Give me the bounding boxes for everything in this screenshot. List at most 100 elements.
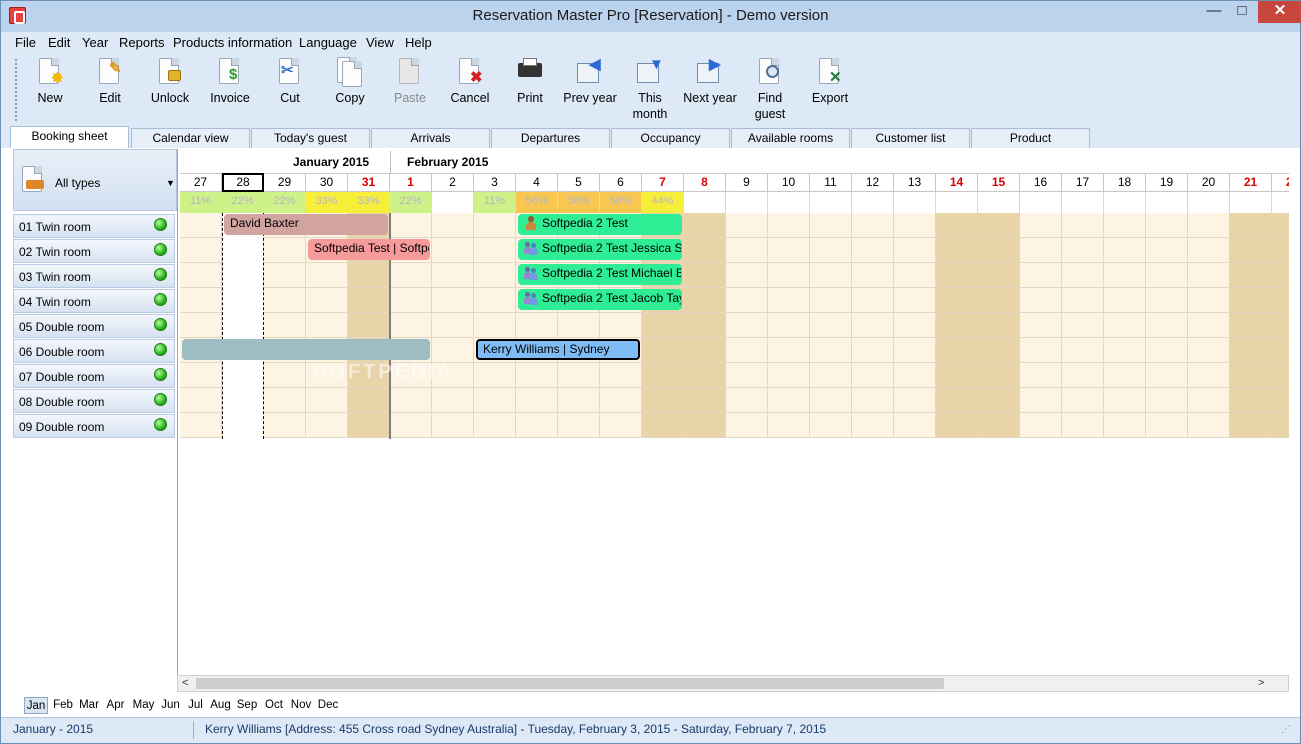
grid-cell[interactable] [600,388,642,413]
booking-bar[interactable]: Softpedia 2 Test [518,214,682,235]
grid-cell[interactable] [1146,338,1188,363]
month-tab-jun[interactable]: Jun [159,697,182,714]
grid-cell[interactable] [852,413,894,438]
grid-cell[interactable] [1188,213,1230,238]
day-header[interactable]: 1 [390,173,432,192]
grid-cell[interactable] [1230,313,1272,338]
grid-cell[interactable] [894,213,936,238]
grid-cell[interactable] [684,288,726,313]
grid-cell[interactable] [1146,413,1188,438]
grid-cell[interactable] [432,413,474,438]
room-row[interactable]: 07 Double room [13,364,175,388]
grid-cell[interactable] [978,263,1020,288]
grid-cell[interactable] [894,413,936,438]
grid-cell[interactable] [348,288,390,313]
month-tab-mar[interactable]: Mar [78,697,100,714]
grid-cell[interactable] [768,263,810,288]
grid-cell[interactable] [264,363,306,388]
grid-cell[interactable] [852,388,894,413]
grid-cell[interactable] [516,313,558,338]
grid-cell[interactable] [852,213,894,238]
grid-cell[interactable] [810,213,852,238]
grid-cell[interactable] [1020,313,1062,338]
grid-cell[interactable] [1104,238,1146,263]
menu-view[interactable]: View [366,35,394,50]
day-header[interactable]: 5 [558,173,600,192]
resize-grip-icon[interactable]: ⋰ [1281,724,1291,735]
grid-cell[interactable] [600,363,642,388]
grid-cell[interactable] [684,238,726,263]
grid-cell[interactable] [1020,263,1062,288]
cancel-button[interactable]: ✖ Cancel [441,57,499,106]
grid-cell[interactable] [1272,288,1289,313]
grid-cell[interactable] [768,288,810,313]
grid-cell[interactable] [516,388,558,413]
grid-cell[interactable] [684,363,726,388]
day-header[interactable]: 30 [306,173,348,192]
grid-cell[interactable] [1146,388,1188,413]
grid-cell[interactable] [768,313,810,338]
grid-cell[interactable] [936,288,978,313]
grid-cell[interactable] [894,388,936,413]
month-tab-oct[interactable]: Oct [262,697,286,714]
tab-todays-guest[interactable]: Today's guest [251,128,370,148]
grid-cell[interactable] [894,363,936,388]
day-header[interactable]: 21 [1230,173,1272,192]
menu-help[interactable]: Help [405,35,432,50]
grid-cell[interactable] [726,263,768,288]
day-header[interactable]: 2 [432,173,474,192]
scroll-right-icon[interactable]: > [1258,677,1264,689]
grid-cell[interactable] [768,238,810,263]
month-tab-feb[interactable]: Feb [51,697,75,714]
grid-cell[interactable] [684,213,726,238]
menu-edit[interactable]: Edit [48,35,70,50]
grid-cell[interactable] [432,388,474,413]
grid-cell[interactable] [1188,338,1230,363]
grid-cell[interactable] [348,413,390,438]
room-row[interactable]: 06 Double room [13,339,175,363]
grid-cell[interactable] [894,288,936,313]
grid-cell[interactable] [558,313,600,338]
grid-cell[interactable] [1104,413,1146,438]
day-header[interactable]: 9 [726,173,768,192]
room-row[interactable]: 03 Twin room [13,264,175,288]
grid-cell[interactable] [768,413,810,438]
grid-cell[interactable] [1230,413,1272,438]
copy-button[interactable]: Copy [321,57,379,106]
grid-cell[interactable] [180,213,222,238]
grid-cell[interactable] [1104,288,1146,313]
grid-cell[interactable] [810,263,852,288]
grid-cell[interactable] [852,288,894,313]
grid-cell[interactable] [1230,213,1272,238]
horizontal-scrollbar[interactable]: < > [177,675,1289,692]
grid-cell[interactable] [978,213,1020,238]
day-header[interactable]: 19 [1146,173,1188,192]
new-button[interactable]: ✸ New [21,57,79,106]
grid-cell[interactable] [264,313,306,338]
month-tab-jan[interactable]: Jan [24,697,48,714]
menu-language[interactable]: Language [299,35,357,50]
grid-cell[interactable] [516,413,558,438]
grid-cell[interactable] [348,313,390,338]
unlock-button[interactable]: Unlock [141,57,199,106]
grid-cell[interactable] [1104,213,1146,238]
day-header[interactable]: 11 [810,173,852,192]
grid-cell[interactable] [180,238,222,263]
grid-cell[interactable] [894,313,936,338]
grid-cell[interactable] [306,413,348,438]
grid-cell[interactable] [852,363,894,388]
booking-bar[interactable]: Kerry Williams | Sydney [476,339,640,360]
grid-cell[interactable] [1272,363,1289,388]
grid-cell[interactable] [1146,363,1188,388]
grid-cell[interactable] [180,388,222,413]
day-header[interactable]: 17 [1062,173,1104,192]
room-type-selector[interactable]: All types ▼ [13,149,177,211]
grid-cell[interactable] [474,363,516,388]
day-header[interactable]: 31 [348,173,390,192]
grid-cell[interactable] [558,388,600,413]
grid-cell[interactable] [936,238,978,263]
grid-cell[interactable] [768,388,810,413]
grid-cell[interactable] [810,313,852,338]
day-header[interactable]: 22 [1272,173,1289,192]
grid-cell[interactable] [390,313,432,338]
